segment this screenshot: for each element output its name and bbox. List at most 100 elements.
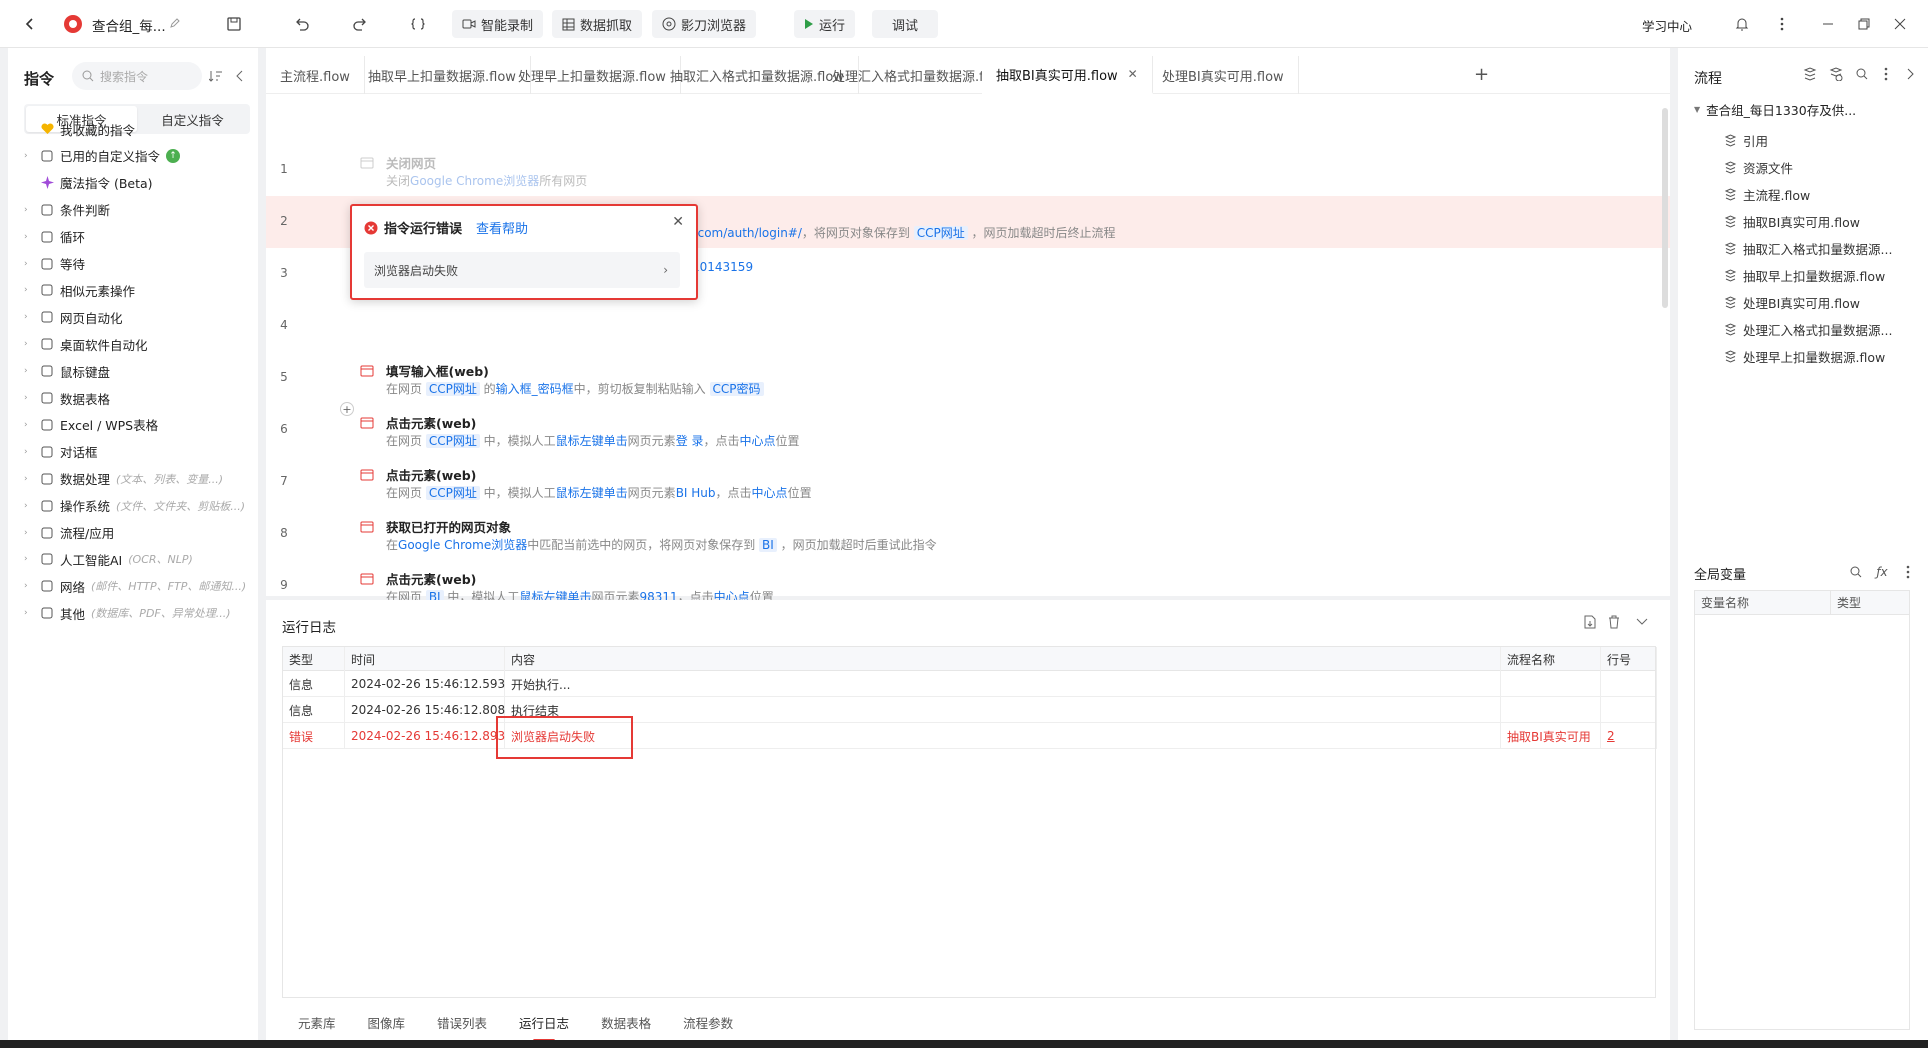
browser-button[interactable]: 影刀浏览器 bbox=[652, 10, 757, 38]
instruction-category[interactable]: 我收藏的指令 bbox=[24, 116, 254, 142]
step-variable-link[interactable]: 鼠标左键单击 bbox=[556, 434, 628, 448]
step-variable-link[interactable]: 登 录 bbox=[676, 434, 704, 448]
instruction-category[interactable]: › 对话框 bbox=[24, 439, 254, 465]
export-log-icon[interactable] bbox=[1582, 614, 1598, 630]
step-variable-link[interactable]: 10143159 bbox=[692, 260, 753, 274]
undo-icon[interactable] bbox=[290, 12, 314, 36]
edit-icon[interactable] bbox=[168, 16, 182, 30]
bottom-tab[interactable]: 数据表格 bbox=[585, 1004, 667, 1040]
add-step-icon[interactable]: + bbox=[340, 402, 354, 416]
instruction-category[interactable]: › 操作系统 (文件、文件夹、剪贴板...) bbox=[24, 493, 254, 519]
minimize-icon[interactable] bbox=[1816, 12, 1840, 36]
bell-icon[interactable] bbox=[1730, 12, 1754, 36]
instruction-category[interactable]: › 网页自动化 bbox=[24, 304, 254, 330]
debug-button[interactable]: 调试 bbox=[872, 10, 939, 38]
flow-tree-item[interactable]: 主流程.flow bbox=[1724, 182, 1924, 206]
instruction-category[interactable]: › 循环 bbox=[24, 224, 254, 250]
flow-tree-item[interactable]: 处理早上扣量数据源.flow bbox=[1724, 344, 1924, 368]
instruction-category[interactable]: › 网络 (邮件、HTTP、FTP、邮通知...) bbox=[24, 573, 254, 599]
more-vertical-icon[interactable] bbox=[1770, 12, 1794, 36]
close-tab-icon[interactable]: ✕ bbox=[1128, 67, 1138, 81]
search-icon[interactable] bbox=[1854, 66, 1870, 82]
step-variable-link[interactable]: 鼠标左键单击 bbox=[556, 486, 628, 500]
close-window-icon[interactable] bbox=[1888, 12, 1912, 36]
flow-tree-item[interactable]: 抽取汇入格式扣量数据源... bbox=[1724, 236, 1924, 260]
redo-icon[interactable] bbox=[348, 12, 372, 36]
flow-tree-item[interactable]: 资源文件 bbox=[1724, 155, 1924, 179]
log-cell-line[interactable]: 2 bbox=[1601, 723, 1657, 749]
sort-icon[interactable] bbox=[208, 68, 224, 84]
bottom-tab[interactable]: 错误列表 bbox=[421, 1004, 503, 1040]
step-variable-link[interactable]: BI Hub bbox=[676, 486, 716, 500]
bottom-tab[interactable]: 流程参数 bbox=[667, 1004, 749, 1040]
help-link[interactable]: 查看帮助 bbox=[476, 218, 528, 237]
log-row[interactable]: 错误 2024-02-26 15:46:12.893 浏览器启动失败 抽取BI真实可用… bbox=[283, 723, 1657, 749]
log-row[interactable]: 信息 2024-02-26 15:46:12.593 开始执行... bbox=[283, 671, 1657, 697]
step-variable-link[interactable]: CCP网址 bbox=[425, 434, 480, 448]
function-icon[interactable]: ƒx bbox=[1872, 564, 1892, 580]
file-tab[interactable]: 主流程.flow bbox=[266, 56, 365, 94]
file-tab[interactable]: 处理BI真实可用.flow bbox=[1148, 56, 1299, 94]
instruction-category[interactable]: 魔法指令 (Beta) bbox=[24, 170, 254, 196]
step-variable-link[interactable]: 中心点 bbox=[740, 434, 776, 448]
step-variable-link[interactable]: CCP网址 bbox=[425, 382, 480, 396]
chevron-down-icon[interactable] bbox=[1634, 614, 1650, 630]
back-icon[interactable] bbox=[18, 12, 42, 36]
bottom-tab[interactable]: 元素库 bbox=[282, 1004, 352, 1040]
flow-step-row[interactable]: 6 点击元素(web) 在网页 CCP网址 中，模拟人工鼠标左键单击网页元素登 录，… bbox=[266, 404, 1670, 456]
step-variable-link[interactable]: CCP密码 bbox=[709, 382, 764, 396]
flow-tree-item[interactable]: 处理BI真实可用.flow bbox=[1724, 290, 1924, 314]
flow-step-row[interactable]: 8 获取已打开的网页对象 在Google Chrome浏览器中匹配当前选中的网页，将… bbox=[266, 508, 1670, 560]
flow-tree-item[interactable]: 处理汇入格式扣量数据源... bbox=[1724, 317, 1924, 341]
instruction-category[interactable]: › 鼠标键盘 bbox=[24, 358, 254, 384]
restore-icon[interactable] bbox=[1852, 12, 1876, 36]
code-icon[interactable] bbox=[406, 12, 430, 36]
step-variable-link[interactable]: CCP网址 bbox=[425, 486, 480, 500]
collapse-panel-icon[interactable] bbox=[232, 68, 248, 84]
flow-settings-icon[interactable] bbox=[1802, 66, 1818, 82]
instruction-category[interactable]: › 数据表格 bbox=[24, 385, 254, 411]
flow-step-row[interactable]: 4 bbox=[266, 300, 1670, 352]
flow-step-row[interactable]: 7 点击元素(web) 在网页 CCP网址 中，模拟人工鼠标左键单击网页元素BI H… bbox=[266, 456, 1670, 508]
step-variable-link[interactable]: Google Chrome浏览器 bbox=[410, 174, 539, 188]
instruction-category[interactable]: › Excel / WPS表格 bbox=[24, 412, 254, 438]
instruction-category[interactable]: › 桌面软件自动化 bbox=[24, 331, 254, 357]
close-icon[interactable]: ✕ bbox=[672, 214, 684, 230]
learning-center-link[interactable]: 学习中心 bbox=[1642, 16, 1692, 35]
instruction-category[interactable]: › 等待 bbox=[24, 251, 254, 277]
instruction-category[interactable]: › 流程/应用 bbox=[24, 520, 254, 546]
instruction-category[interactable]: › 相似元素操作 bbox=[24, 277, 254, 303]
file-tab[interactable]: 抽取BI真实可用.flow ✕ bbox=[982, 56, 1153, 94]
data-capture-button[interactable]: 数据抓取 bbox=[552, 10, 643, 38]
save-icon[interactable] bbox=[222, 12, 246, 36]
file-tab[interactable]: 处理早上扣量数据源.flow bbox=[504, 56, 681, 94]
more-vertical-icon[interactable] bbox=[1900, 564, 1916, 580]
trash-icon[interactable] bbox=[1606, 614, 1622, 630]
editor-scrollbar[interactable] bbox=[1662, 108, 1668, 308]
flow-tree-item[interactable]: 引用 bbox=[1724, 128, 1924, 152]
smart-record-button[interactable]: 智能录制 bbox=[452, 10, 544, 38]
flow-tree-root[interactable]: ▼ 查合组_每日1330存及供... bbox=[1694, 100, 1856, 119]
instruction-category[interactable]: › 条件判断 bbox=[24, 197, 254, 223]
instruction-category[interactable]: › 已用的自定义指令 ↑ bbox=[24, 143, 254, 169]
log-row[interactable]: 信息 2024-02-26 15:46:12.808 执行结束 bbox=[283, 697, 1657, 723]
step-variable-link[interactable]: 中心点 bbox=[752, 486, 788, 500]
add-tab-icon[interactable]: + bbox=[1474, 64, 1489, 85]
bottom-tab[interactable]: 图像库 bbox=[352, 1004, 422, 1040]
project-name[interactable]: 查合组_每... bbox=[92, 15, 166, 35]
search-input[interactable]: 搜索指令 bbox=[72, 62, 202, 90]
more-vertical-icon[interactable] bbox=[1878, 66, 1894, 82]
flow-tree-item[interactable]: 抽取早上扣量数据源.flow bbox=[1724, 263, 1924, 287]
bottom-tab[interactable]: 运行日志 bbox=[503, 1004, 585, 1042]
step-variable-link[interactable]: Google Chrome浏览器 bbox=[398, 538, 527, 552]
flow-step-row[interactable]: 1 关闭网页 关闭Google Chrome浏览器所有网页 bbox=[266, 144, 1670, 196]
run-button[interactable]: 运行 bbox=[794, 10, 856, 38]
search-icon[interactable] bbox=[1848, 564, 1864, 580]
chevron-right-icon[interactable] bbox=[1902, 66, 1918, 82]
step-variable-link[interactable]: BI bbox=[759, 538, 777, 552]
step-variable-link[interactable]: 输入框_密码框 bbox=[496, 382, 574, 396]
error-detail-row[interactable]: 浏览器启动失败 › bbox=[364, 252, 680, 288]
instruction-category[interactable]: › 其他 (数据库、PDF、异常处理...) bbox=[24, 600, 254, 626]
flow-tree-item[interactable]: 抽取BI真实可用.flow bbox=[1724, 209, 1924, 233]
instruction-category[interactable]: › 人工智能AI (OCR、NLP) bbox=[24, 546, 254, 572]
